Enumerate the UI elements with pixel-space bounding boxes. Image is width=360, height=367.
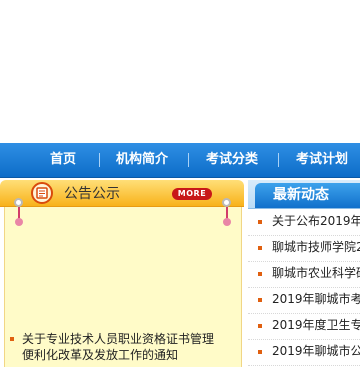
news-item: 聊城市农业科学研究 [248,262,360,288]
header-blank-area [0,0,360,143]
nav-item-exam-categories[interactable]: 考试分类 [206,143,258,177]
news-link[interactable]: 关于公布2019年聊城市 [272,213,360,229]
news-title-tab[interactable]: 最新动态 [255,183,360,208]
announcement-item[interactable]: 关于专业技术人员职业资格证书管理便利化改革及发放工作的通知 [10,331,222,363]
pin-foot-decoration [223,218,231,226]
announcement-link[interactable]: 关于专业技术人员职业资格证书管理便利化改革及发放工作的通知 [22,331,222,363]
news-link[interactable]: 聊城市技师学院2019 [272,239,360,255]
nav-separator [99,153,100,167]
bullet-icon [258,272,262,276]
nav-item-about[interactable]: 机构简介 [116,143,168,177]
announcements-header: 公告公示 MORE [0,180,244,207]
news-panel: 最新动态 关于公布2019年聊城市 聊城市技师学院2019 聊城市农业科学研究 … [248,180,360,366]
pin-icon [14,198,23,207]
announcement-icon [31,182,53,204]
news-item: 2019年聊城市考试录 [248,288,360,314]
news-link[interactable]: 2019年度卫生专业技 [272,317,360,333]
announcements-title: 公告公示 [64,186,120,202]
bullet-icon [258,324,262,328]
news-item: 关于公布2019年聊城市 [248,210,360,236]
nav-separator [278,153,279,167]
bullet-icon [10,337,14,341]
main-nav: 首页 机构简介 考试分类 考试计划 [0,143,360,178]
announcements-panel: 公告公示 MORE 关于专业技术人员职业资格证书管理便利化改革及发放工作的通知 [0,180,244,367]
bullet-icon [258,298,262,302]
news-item: 聊城市技师学院2019 [248,236,360,262]
news-item: 2019年聊城市公开招 [248,340,360,366]
news-link[interactable]: 2019年聊城市公开招 [272,343,360,359]
news-header: 最新动态 [248,180,360,209]
news-item: 2019年度卫生专业技 [248,314,360,340]
pin-foot-decoration [15,218,23,226]
nav-item-home[interactable]: 首页 [50,143,76,177]
bullet-icon [258,246,262,250]
bullet-icon [258,220,262,224]
news-link[interactable]: 2019年聊城市考试录 [272,291,360,307]
nav-item-exam-plan[interactable]: 考试计划 [296,143,348,177]
more-button[interactable]: MORE [172,188,212,200]
news-link[interactable]: 聊城市农业科学研究 [272,265,360,281]
bullet-icon [258,350,262,354]
nav-separator [188,153,189,167]
pin-icon [222,198,231,207]
news-list: 关于公布2019年聊城市 聊城市技师学院2019 聊城市农业科学研究 2019年… [248,210,360,366]
